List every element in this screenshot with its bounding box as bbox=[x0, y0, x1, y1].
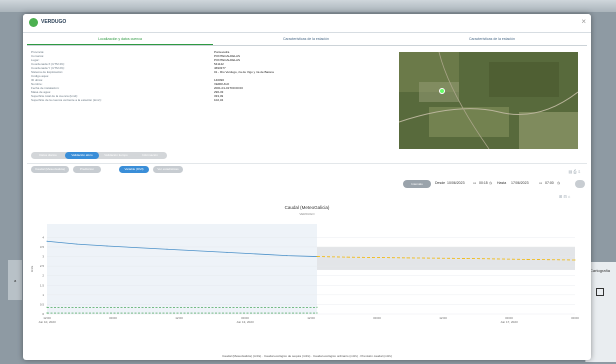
apply-button[interactable] bbox=[575, 180, 585, 188]
data-point bbox=[346, 256, 348, 258]
x-tick-label: 12:00 bbox=[307, 316, 315, 320]
subpill-estadisticas[interactable]: Ver estadísticas bbox=[153, 166, 183, 173]
station-marker-icon[interactable] bbox=[439, 88, 445, 94]
tab-caracteristicas[interactable]: Características de la estación bbox=[213, 37, 399, 41]
station-modal: VERDUGO × Localización y datos cuenca Ca… bbox=[23, 14, 591, 360]
modal-title: VERDUGO bbox=[41, 19, 67, 25]
forecast-band bbox=[317, 246, 575, 270]
subpill-variable[interactable]: Variable (DMI) bbox=[119, 166, 149, 173]
chart-legend: Caudal (MeteoGalicia) (m3/s) · Caudal ec… bbox=[222, 354, 392, 358]
background-panel-left: a bbox=[8, 260, 22, 300]
chart-subtitle: VERDUGO bbox=[299, 212, 315, 216]
x-tick-label: 00:00 bbox=[571, 316, 579, 320]
desde-time[interactable]: 00:15 bbox=[479, 181, 488, 185]
map-terrain bbox=[399, 52, 578, 149]
background-label: Cartografía bbox=[590, 268, 611, 273]
x-tick-label: Jun 10, 2023 bbox=[38, 320, 56, 324]
pill-datos-diarios[interactable]: Datos diarios bbox=[31, 152, 65, 159]
flow-chart[interactable]: 00.511.522.533.54m3/s12:00Jun 10, 202300… bbox=[27, 218, 587, 328]
tab-underline bbox=[27, 44, 213, 45]
data-point bbox=[76, 243, 78, 245]
data-point bbox=[166, 248, 168, 250]
calendar-icon[interactable]: ▭ bbox=[539, 181, 542, 185]
export-icon[interactable]: ▤ ⎙ ⇩ bbox=[568, 169, 581, 174]
data-point bbox=[316, 256, 318, 258]
x-tick-label: 00:00 bbox=[109, 316, 117, 320]
satellite-map[interactable] bbox=[399, 52, 578, 149]
hasta-label: Hasta bbox=[497, 181, 507, 185]
y-tick-label: 3 bbox=[42, 255, 44, 259]
y-tick-label: 1.5 bbox=[40, 283, 45, 287]
chart-toolbar-icon[interactable]: ⊞ ⊟ ⌂ bbox=[559, 194, 570, 199]
legend-item[interactable]: Previsión caudal (m3/s) bbox=[361, 354, 392, 358]
x-tick-label: 00:00 bbox=[373, 316, 381, 320]
clock-icon[interactable]: ◷ bbox=[557, 181, 560, 185]
logo-icon bbox=[29, 18, 38, 27]
x-tick-label: 12:00 bbox=[439, 316, 447, 320]
legend-item[interactable]: Caudal ecológico de sequía (m3/s) bbox=[264, 354, 310, 358]
date-filter: Intervalo Desde 10/06/2023 ▭ 00:15 ◷ Has… bbox=[403, 180, 585, 188]
tab-caracteristicas-2[interactable]: Características de la estación bbox=[399, 37, 585, 41]
data-point bbox=[46, 240, 48, 242]
y-axis-label: m3/s bbox=[30, 265, 34, 272]
x-tick-label: Jun 13, 2023 bbox=[236, 320, 254, 324]
desde-date[interactable]: 10/06/2023 bbox=[447, 181, 465, 185]
data-point bbox=[286, 255, 288, 257]
y-tick-label: 1 bbox=[42, 293, 44, 297]
desde-label: Desde bbox=[435, 181, 446, 185]
y-tick-label: 4 bbox=[42, 235, 44, 239]
modal-header: VERDUGO × bbox=[23, 14, 591, 33]
data-point bbox=[574, 259, 576, 261]
x-tick-label: Jun 17, 2023 bbox=[500, 320, 518, 324]
pill-validacion-tiempo[interactable]: Validación tiempo bbox=[99, 152, 133, 159]
legend-item[interactable]: Caudal ecológico ordinario (m3/s) bbox=[313, 354, 358, 358]
legend-item[interactable]: Caudal (MeteoGalicia) (m3/s) bbox=[222, 354, 261, 358]
data-point bbox=[106, 245, 108, 247]
clock-icon[interactable]: ◷ bbox=[489, 181, 492, 185]
data-point bbox=[316, 312, 318, 314]
data-point bbox=[226, 251, 228, 253]
info-value: 102,34 bbox=[214, 98, 224, 102]
info-label: Superficie de la cuenca vertiente a la e… bbox=[31, 98, 102, 102]
pill-validacion-aforo[interactable]: Validación aforo bbox=[65, 152, 99, 159]
background-topbar bbox=[0, 0, 616, 12]
data-point bbox=[526, 258, 528, 260]
calendar-icon[interactable]: ▭ bbox=[473, 181, 476, 185]
y-tick-label: 2.5 bbox=[40, 264, 45, 268]
subpill-caudal[interactable]: Caudal (MeteoGalicia) bbox=[31, 166, 69, 173]
data-point bbox=[406, 257, 408, 259]
pill-informacion[interactable]: Información bbox=[133, 152, 167, 159]
hasta-date[interactable]: 17/06/2023 bbox=[511, 181, 529, 185]
close-icon[interactable]: × bbox=[581, 17, 586, 26]
view-pills: Datos diarios Validación aforo Validació… bbox=[31, 152, 167, 159]
calendar-icon[interactable] bbox=[596, 288, 604, 296]
data-point bbox=[46, 306, 48, 308]
interval-button[interactable]: Intervalo bbox=[403, 180, 431, 188]
divider bbox=[27, 163, 587, 164]
y-tick-label: 0.5 bbox=[40, 302, 45, 306]
tab-localizacion[interactable]: Localización y datos cuenca bbox=[27, 37, 213, 41]
y-tick-label: 2 bbox=[42, 274, 44, 278]
subpill-prediccion[interactable]: Prediccion bbox=[73, 166, 101, 173]
y-tick-label: 3.5 bbox=[40, 245, 45, 249]
data-point bbox=[46, 312, 48, 314]
x-tick-label: 12:00 bbox=[175, 316, 183, 320]
chart-title: Caudal (MeteoGalicia) bbox=[284, 205, 330, 210]
data-point bbox=[316, 306, 318, 308]
hasta-time[interactable]: 07:00 bbox=[545, 181, 554, 185]
data-point bbox=[466, 257, 468, 259]
